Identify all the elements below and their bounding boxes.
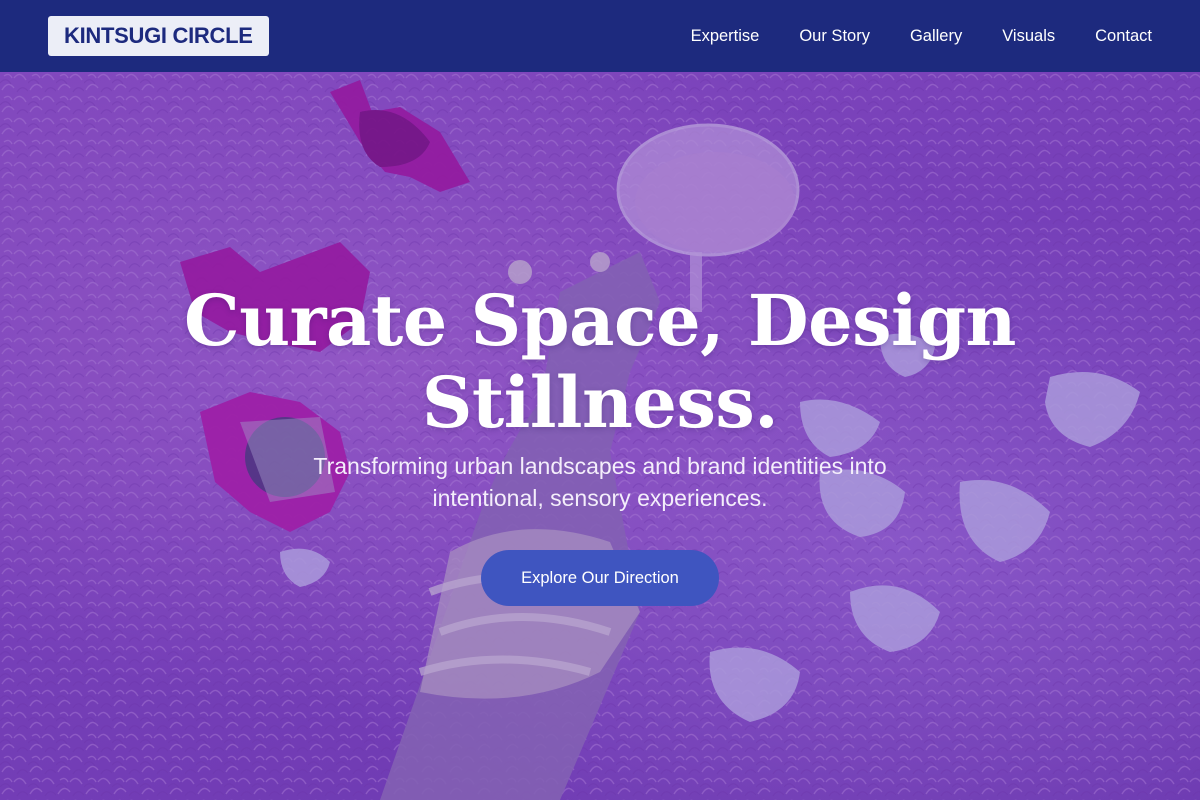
page: KINTSUGI CIRCLE Expertise Our Story Gall…	[0, 0, 1200, 800]
brand-logo[interactable]: KINTSUGI CIRCLE	[48, 16, 269, 56]
nav-link-visuals[interactable]: Visuals	[1002, 27, 1055, 46]
navbar: KINTSUGI CIRCLE Expertise Our Story Gall…	[0, 0, 1200, 72]
hero-section: Curate Space, Design Stillness. Transfor…	[0, 72, 1200, 800]
nav-link-expertise[interactable]: Expertise	[691, 27, 760, 46]
nav-link-contact[interactable]: Contact	[1095, 27, 1152, 46]
hero-title: Curate Space, Design Stillness.	[184, 279, 1016, 444]
hero-content: Curate Space, Design Stillness. Transfor…	[0, 280, 1200, 606]
hero-subtitle: Transforming urban landscapes and brand …	[313, 453, 887, 511]
nav-link-our-story[interactable]: Our Story	[799, 27, 870, 46]
main-nav: Expertise Our Story Gallery Visuals Cont…	[691, 27, 1152, 46]
explore-direction-button[interactable]: Explore Our Direction	[481, 550, 719, 606]
nav-link-gallery[interactable]: Gallery	[910, 27, 962, 46]
